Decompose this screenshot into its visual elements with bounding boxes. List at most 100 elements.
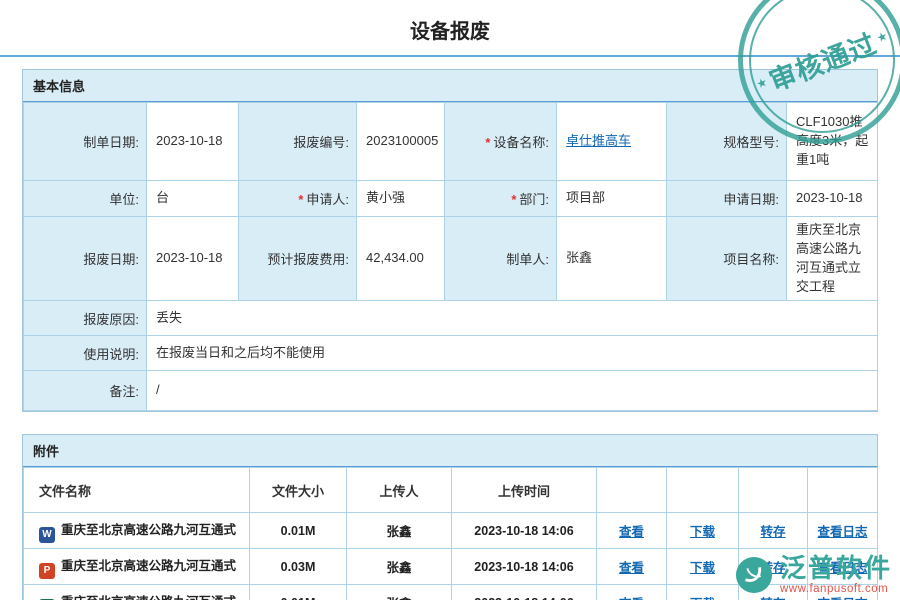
equipment-scrap-page: 设备报废 ★ 审核通过 ★ 基本信息 制单日期: 2023-10-18 报废编号… [0,0,900,600]
column-header-uploader: 上传人 [347,468,452,513]
upload-time-value: 2023-10-18 14:06 [474,524,573,538]
column-header-file-name: 文件名称 [24,468,250,513]
table-row: 备注: / [24,371,878,411]
view-link[interactable]: 查看 [619,561,644,575]
column-header-action-4 [808,468,878,513]
est-cost-label: 预计报废费用: [267,252,349,267]
unit-label: 单位: [109,192,139,207]
upload-time: 2023-10-18 14:06 [452,549,597,585]
field-label-department: *部门: [445,181,557,217]
field-value-device-name: 卓仕推高车 [557,103,667,181]
field-label-spec-model: 规格型号: [667,103,787,181]
upload-time-value: 2023-10-18 14:06 [474,560,573,574]
view-log-link[interactable]: 查看日志 [817,561,867,575]
scrap-date-value: 2023-10-18 [156,250,223,265]
field-value-project-name: 重庆至北京高速公路九河互通式立交工程 [787,217,878,301]
column-header-action-3 [739,468,808,513]
field-value-scrap-reason: 丢失 [147,301,878,336]
field-label-device-name: *设备名称: [445,103,557,181]
spec-model-label: 规格型号: [723,135,779,150]
column-header-upload-time: 上传时间 [452,468,597,513]
field-value-creator: 张鑫 [557,217,667,301]
basic-info-section: 基本信息 制单日期: 2023-10-18 报废编号: 2023100005 *… [22,69,878,412]
header-divider [0,55,900,57]
field-value-apply-date: 2023-10-18 [787,181,878,217]
column-header-file-size: 文件大小 [250,468,347,513]
scrap-no-label: 报废编号: [293,135,349,150]
attachments-table: 文件名称 文件大小 上传人 上传时间 W 重庆至北京高速公路九河互通式 0.01M… [23,467,878,600]
field-label-remark: 备注: [24,371,147,411]
field-label-unit: 单位: [24,181,147,217]
field-value-spec-model: CLF1030推高度3米，起重1吨 [787,103,878,181]
scrap-no-value: 2023100005 [366,133,438,148]
field-value-scrap-date: 2023-10-18 [147,217,239,301]
file-size: 0.01M [250,585,347,600]
file-size: 0.01M [250,513,347,549]
scrap-reason-label: 报废原因: [83,312,139,327]
file-size: 0.03M [250,549,347,585]
field-label-est-cost: 预计报废费用: [239,217,357,301]
file-name: 重庆至北京高速公路九河互通式 [61,523,236,537]
download-link[interactable]: 下载 [690,561,715,575]
upload-time: 2023-10-18 14:06 [452,513,597,549]
remark-value: / [156,382,160,397]
field-value-department: 项目部 [557,181,667,217]
table-row: 单位: 台 *申请人: 黄小强 *部门: 项目部 申请日期: 2023-10-1… [24,181,878,217]
field-label-project-name: 项目名称: [667,217,787,301]
department-value: 项目部 [566,190,605,205]
field-value-unit: 台 [147,181,239,217]
uploader-value: 张鑫 [386,561,411,575]
field-value-applicant: 黄小强 [357,181,445,217]
scrap-date-label: 报废日期: [83,252,139,267]
device-name-link[interactable]: 卓仕推高车 [566,133,631,148]
table-row: 报废日期: 2023-10-18 预计报废费用: 42,434.00 制单人: … [24,217,878,301]
create-date-value: 2023-10-18 [156,133,223,148]
create-date-label: 制单日期: [83,135,139,150]
file-size-value: 0.01M [281,596,316,600]
basic-info-table: 制单日期: 2023-10-18 报废编号: 2023100005 *设备名称:… [23,102,878,411]
basic-info-section-title: 基本信息 [23,70,877,102]
field-label-scrap-date: 报废日期: [24,217,147,301]
field-value-usage-note: 在报废当日和之后均不能使用 [147,336,878,371]
table-row: 制单日期: 2023-10-18 报废编号: 2023100005 *设备名称:… [24,103,878,181]
device-name-label: 设备名称: [493,135,549,150]
uploader: 张鑫 [347,585,452,600]
field-label-apply-date: 申请日期: [667,181,787,217]
apply-date-label: 申请日期: [723,192,779,207]
file-name: 重庆至北京高速公路九河互通式 [61,559,236,573]
save-as-link[interactable]: 转存 [760,525,785,539]
remark-label: 备注: [109,384,139,399]
file-name-cell: P 重庆至北京高速公路九河互通式 [24,549,250,585]
column-header-action-2 [667,468,739,513]
file-name-cell: X重庆至北京高速公路九河互通式 [24,585,250,600]
field-label-scrap-reason: 报废原因: [24,301,147,336]
save-as-link[interactable]: 转存 [760,561,785,575]
field-value-create-date: 2023-10-18 [147,103,239,181]
spec-model-value: CLF1030推高度3米，起重1吨 [796,114,868,167]
usage-note-label: 使用说明: [83,347,139,362]
file-size-value: 0.03M [281,560,316,574]
file-size-value: 0.01M [281,524,316,538]
field-label-applicant: *申请人: [239,181,357,217]
project-name-value: 重庆至北京高速公路九河互通式立交工程 [796,222,861,294]
view-link[interactable]: 查看 [619,525,644,539]
table-row: P 重庆至北京高速公路九河互通式 0.03M 张鑫 2023-10-18 14:0… [24,549,878,585]
attachments-section-title: 附件 [23,435,877,467]
est-cost-value: 42,434.00 [366,250,424,265]
usage-note-value: 在报废当日和之后均不能使用 [156,345,325,360]
word-file-icon: W [39,527,55,543]
view-log-link[interactable]: 查看日志 [817,525,867,539]
file-name-cell: W 重庆至北京高速公路九河互通式 [24,513,250,549]
powerpoint-file-icon: P [39,563,55,579]
required-asterisk: * [298,192,303,207]
uploader: 张鑫 [347,549,452,585]
page-title: 设备报废 [0,0,900,55]
field-label-usage-note: 使用说明: [24,336,147,371]
apply-date-value: 2023-10-18 [796,190,863,205]
table-row: X重庆至北京高速公路九河互通式 0.01M 张鑫 2023-10-18 14:0… [24,585,878,600]
creator-label: 制单人: [506,252,549,267]
download-link[interactable]: 下载 [690,525,715,539]
field-value-remark: / [147,371,878,411]
field-label-creator: 制单人: [445,217,557,301]
applicant-value: 黄小强 [366,190,405,205]
